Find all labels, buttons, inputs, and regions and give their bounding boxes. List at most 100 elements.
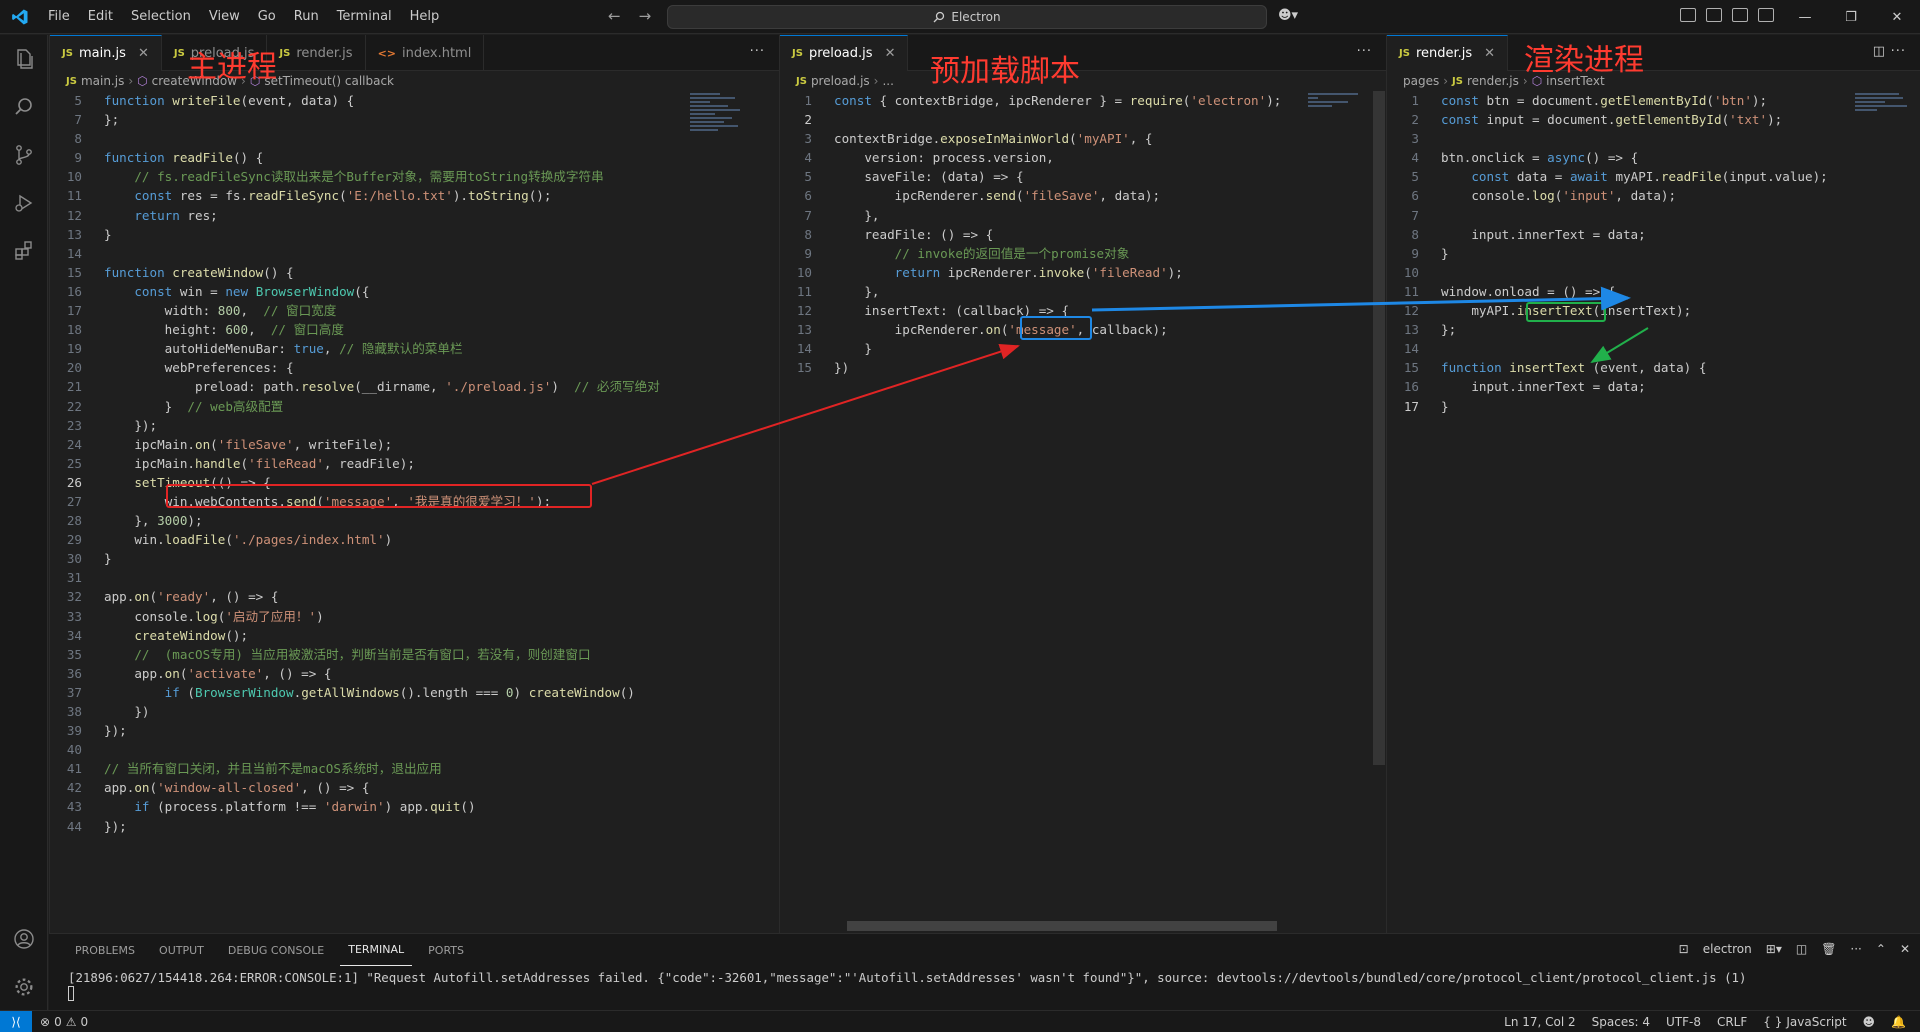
tab-debug-console[interactable]: DEBUG CONSOLE <box>220 934 332 966</box>
js-file-icon: JS <box>1452 75 1463 87</box>
close-tab-icon[interactable]: ✕ <box>138 46 149 61</box>
tab-terminal[interactable]: TERMINAL <box>340 934 413 966</box>
end-of-line[interactable]: CRLF <box>1709 1015 1755 1029</box>
code-text: const win = new BrowserWindow({ <box>134 283 370 299</box>
more-actions-icon[interactable]: ··· <box>750 44 765 59</box>
line-number: 7 <box>1411 207 1419 223</box>
tab-preload-js[interactable]: JS preload.js ✕ <box>780 35 909 71</box>
restore-icon[interactable]: ❐ <box>1828 0 1874 34</box>
toggle-secondary-sidebar-icon[interactable] <box>1758 8 1774 22</box>
back-arrow-icon[interactable]: ← <box>608 7 621 25</box>
close-tab-icon[interactable]: ✕ <box>885 46 896 61</box>
close-icon[interactable]: ✕ <box>1874 0 1920 34</box>
line-number: 10 <box>66 169 82 185</box>
code-text: if (BrowserWindow.getAllWindows().length… <box>164 684 635 700</box>
line-number: 20 <box>66 360 82 376</box>
tab-main-js[interactable]: JS main.js ✕ <box>50 35 162 71</box>
close-tab-icon[interactable]: ✕ <box>1484 46 1495 61</box>
command-center-search[interactable]: Electron <box>667 5 1267 29</box>
menu-help[interactable]: Help <box>402 5 448 28</box>
breadcrumb-symbol[interactable]: ... <box>882 74 893 88</box>
menu-run[interactable]: Run <box>286 5 327 28</box>
split-editor-icon[interactable]: ◫ <box>1873 44 1886 59</box>
menu-view[interactable]: View <box>201 5 248 28</box>
forward-arrow-icon[interactable]: → <box>639 7 652 25</box>
encoding[interactable]: UTF-8 <box>1658 1015 1709 1029</box>
remote-icon[interactable]: ⟩⟨ <box>0 1010 32 1032</box>
manage-gear-icon[interactable] <box>0 963 48 1011</box>
menu-selection[interactable]: Selection <box>123 5 199 28</box>
close-panel-icon[interactable]: ✕ <box>1900 942 1910 956</box>
kill-terminal-icon[interactable]: 🗑 <box>1821 942 1836 956</box>
tab-problems[interactable]: PROBLEMS <box>67 934 143 966</box>
minimap[interactable] <box>1855 91 1915 211</box>
accounts-icon[interactable] <box>0 915 48 963</box>
horizontal-scrollbar[interactable] <box>847 921 1277 931</box>
more-actions-icon[interactable]: ··· <box>1850 942 1861 956</box>
code-editor-render[interactable]: 1 const btn = document.getElementById('bt… <box>1387 91 1920 416</box>
cursor-position[interactable]: Ln 17, Col 2 <box>1496 1015 1584 1029</box>
breadcrumb-folder[interactable]: pages <box>1403 74 1439 88</box>
run-debug-icon[interactable] <box>0 179 48 227</box>
more-actions-icon[interactable]: ··· <box>1891 44 1906 59</box>
code-text: }) <box>834 360 850 376</box>
notifications-bell-icon[interactable]: 🔔 <box>1883 1015 1914 1029</box>
minimap[interactable] <box>690 91 750 211</box>
menu-file[interactable]: File <box>40 5 78 28</box>
explorer-icon[interactable] <box>0 35 48 83</box>
problems-status[interactable]: ⊗ 0 ⚠ 0 <box>32 1015 96 1029</box>
breadcrumb-symbol[interactable]: setTimeout() callback <box>264 74 394 88</box>
code-line: 16 const win = new BrowserWindow({ <box>50 282 779 301</box>
menu-terminal[interactable]: Terminal <box>329 5 400 28</box>
menu-go[interactable]: Go <box>250 5 284 28</box>
line-number: 44 <box>66 818 82 834</box>
code-line: 1 const btn = document.getElementById('bt… <box>1387 91 1920 110</box>
tab-render-js[interactable]: JS render.js <box>267 35 366 71</box>
minimap[interactable] <box>1308 91 1368 211</box>
new-terminal-icon[interactable]: ⊞▾ <box>1766 942 1782 956</box>
code-editor-main[interactable]: 5 function writeFile(event, data) {7}; 8 9 f… <box>50 91 779 836</box>
copilot-status-icon[interactable]: ☻ <box>1855 1015 1884 1029</box>
breadcrumb-file[interactable]: main.js <box>81 74 124 88</box>
line-number: 1 <box>804 93 812 108</box>
indentation[interactable]: Spaces: 4 <box>1584 1015 1658 1029</box>
toggle-primary-sidebar-icon[interactable] <box>1706 8 1722 22</box>
code-text: return res; <box>134 207 218 223</box>
search-icon[interactable] <box>0 83 48 131</box>
code-text: autoHideMenuBar: true, // 隐藏默认的菜单栏 <box>104 341 463 357</box>
source-control-icon[interactable] <box>0 131 48 179</box>
extensions-icon[interactable] <box>0 227 48 275</box>
minimize-icon[interactable]: — <box>1782 0 1828 34</box>
toggle-panel-icon[interactable] <box>1732 8 1748 22</box>
split-terminal-icon[interactable]: ◫ <box>1796 942 1807 956</box>
code-text: // 当所有窗口关闭，并且当前不是macOS系统时，退出应用 <box>104 761 442 777</box>
maximize-panel-icon[interactable]: ⌃ <box>1876 942 1886 956</box>
tab-output[interactable]: OUTPUT <box>151 934 212 966</box>
tab-render-js[interactable]: JS render.js ✕ <box>1387 35 1509 71</box>
breadcrumb-file[interactable]: preload.js <box>811 74 870 88</box>
language-mode[interactable]: { } JavaScript <box>1755 1015 1854 1029</box>
customize-layout-icon[interactable] <box>1680 8 1696 22</box>
code-text: contextBridge.exposeInMainWorld('myAPI',… <box>834 131 1153 147</box>
terminal-output[interactable]: [21896:0627/154418.264:ERROR:CONSOLE:1] … <box>49 966 1920 1001</box>
vertical-scrollbar[interactable] <box>1373 91 1385 765</box>
tab-ports[interactable]: PORTS <box>420 934 472 966</box>
breadcrumb-file[interactable]: render.js <box>1467 74 1519 88</box>
line-number: 2 <box>804 112 812 128</box>
menu-edit[interactable]: Edit <box>80 5 121 28</box>
line-number: 11 <box>1403 283 1419 299</box>
line-number: 37 <box>66 684 82 700</box>
terminal-name[interactable]: electron <box>1703 942 1752 956</box>
code-text: // fs.readFileSync读取出来是个Buffer对象，需要用toSt… <box>134 169 604 185</box>
line-number: 22 <box>66 398 82 414</box>
code-line: 22 } // web高级配置 <box>50 397 779 416</box>
code-line: 14 } <box>780 339 1386 358</box>
code-text: } <box>1441 245 1449 261</box>
copilot-icon[interactable]: ☻▾ <box>1278 8 1298 23</box>
more-actions-icon[interactable]: ··· <box>1357 44 1372 59</box>
line-number: 11 <box>66 188 82 204</box>
tab-index-html[interactable]: <> index.html <box>366 35 485 71</box>
